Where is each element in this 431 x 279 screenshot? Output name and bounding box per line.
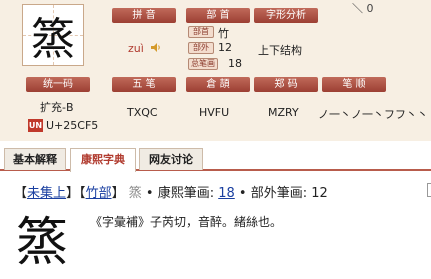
radical-link[interactable]: 竹部 xyxy=(86,186,112,201)
kangxi-strokes-label: • 康熙筆画: xyxy=(145,186,215,201)
total-strokes-label: 总笔画 xyxy=(188,58,218,70)
radical-label: 部 首 xyxy=(186,8,250,23)
main-character: 篜 xyxy=(31,14,75,65)
radical-value: 竹 xyxy=(218,27,229,40)
tab-bar: 基本解释 康熙字典 网友讨论 xyxy=(0,148,431,172)
tab-basic-explanation[interactable]: 基本解释 xyxy=(4,148,66,170)
structure-label: 字形分析 xyxy=(254,8,318,23)
pinyin-value: zuì xyxy=(128,42,144,55)
total-strokes-value: 18 xyxy=(228,57,242,70)
tab-user-discussion[interactable]: 网友讨论 xyxy=(139,148,203,170)
variant-character: 篜 xyxy=(128,186,142,201)
zhengma-value: MZRY xyxy=(268,106,299,119)
radical-sub-label: 部首 xyxy=(188,26,214,38)
structure-value: 上下结构 xyxy=(258,44,302,57)
collection-link[interactable]: 未集上 xyxy=(27,186,66,201)
character-info-panel: ＼ 0 篜 拼 音 部 首 字形分析 zuì 部首 竹 部外 12 总笔画 18… xyxy=(0,0,431,141)
share-icon[interactable]: ＼ 0 xyxy=(352,0,374,16)
kangxi-content: 【未集上】【竹部】 篜 • 康熙筆画: 18 • 部外筆画: 12 篜 《字彙補… xyxy=(0,173,431,279)
unicode-label: 统一码 xyxy=(26,77,90,92)
cangjie-value: HVFU xyxy=(199,106,230,119)
bracket-close-2: 】 xyxy=(111,186,125,201)
outer-strokes-label: 部外 xyxy=(188,42,214,54)
kangxi-outer-value: 12 xyxy=(311,186,328,201)
zhengma-label: 郑 码 xyxy=(254,77,318,92)
kangxi-outer-label: • 部外筆画: xyxy=(238,186,308,201)
bracket-open: 【 xyxy=(14,186,28,201)
unicode-code: U+25CF5 xyxy=(46,119,99,132)
outer-strokes-value: 12 xyxy=(218,41,232,54)
character-grid-box: 篜 xyxy=(22,4,84,66)
speaker-icon[interactable] xyxy=(150,42,161,53)
tab-kangxi-dictionary[interactable]: 康熙字典 xyxy=(70,148,136,172)
unicode-logo: UN xyxy=(28,119,43,132)
bracket-close: 】 xyxy=(66,186,80,201)
cangjie-label: 倉 頡 xyxy=(186,77,250,92)
kangxi-definition: 《字彙補》子芮切，音醉。緒絲也。 xyxy=(90,215,283,229)
unicode-block: 扩充-B xyxy=(40,101,74,114)
stroke-order-value: ノ一丶ノ一丶フフ丶丶 xyxy=(318,108,428,121)
stroke-order-label: 笔 顺 xyxy=(322,77,386,92)
pinyin-label: 拼 音 xyxy=(112,8,176,23)
scroll-edge xyxy=(427,183,431,197)
kangxi-header-line: 【未集上】【竹部】 篜 • 康熙筆画: 18 • 部外筆画: 12 xyxy=(14,182,328,201)
wubi-label: 五 笔 xyxy=(112,77,176,92)
kangxi-strokes-value[interactable]: 18 xyxy=(218,186,235,201)
kangxi-character: 篜 xyxy=(16,213,69,273)
wubi-value: TXQC xyxy=(127,106,158,119)
